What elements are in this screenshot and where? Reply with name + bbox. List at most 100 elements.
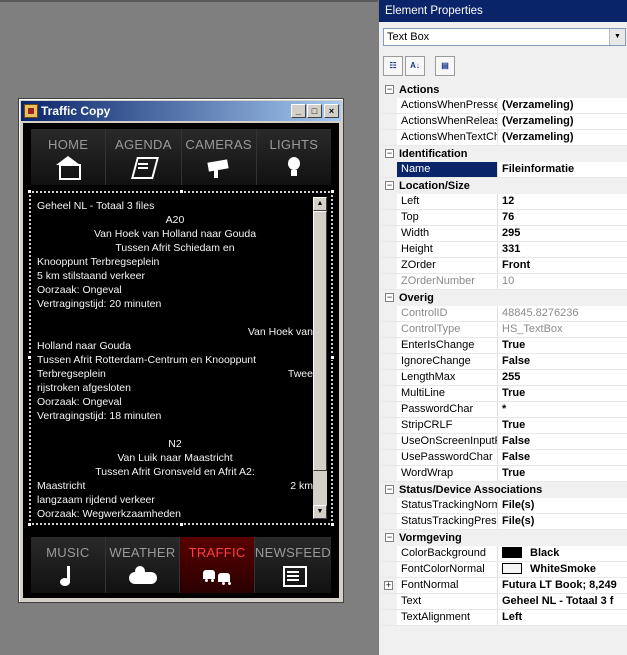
nav-item-lights[interactable]: LIGHTS	[257, 129, 331, 185]
categorized-view-icon[interactable]: ☷	[383, 56, 403, 76]
category-vormgeving[interactable]: − Vormgeving	[381, 530, 627, 546]
nav-item-agenda[interactable]: AGENDA	[106, 129, 182, 185]
resize-handle[interactable]	[27, 522, 32, 527]
property-value[interactable]: 255	[498, 370, 627, 385]
property-pages-icon[interactable]: ▤	[435, 56, 455, 76]
resize-handle[interactable]	[179, 189, 184, 194]
scroll-up-arrow-icon[interactable]: ▲	[313, 197, 327, 211]
property-value[interactable]: (Verzameling)	[498, 130, 627, 145]
property-value[interactable]: 76	[498, 210, 627, 225]
textbox-scrollbar[interactable]: ▲ ▼	[313, 197, 327, 519]
close-button[interactable]: ×	[324, 104, 339, 118]
collapse-icon[interactable]: −	[385, 533, 394, 542]
property-row-multiline[interactable]: MultiLine True	[381, 386, 627, 402]
alphabetical-sort-icon[interactable]: A↓	[405, 56, 425, 76]
collapse-icon[interactable]: −	[385, 149, 394, 158]
property-value[interactable]: 10	[498, 274, 627, 289]
property-name: Left	[397, 194, 498, 209]
category-location-size[interactable]: − Location/Size	[381, 178, 627, 194]
property-value[interactable]: True	[498, 338, 627, 353]
resize-handle[interactable]	[27, 189, 32, 194]
category-actions[interactable]: − Actions	[381, 82, 627, 98]
property-value[interactable]: (Verzameling)	[498, 98, 627, 113]
property-value[interactable]: 331	[498, 242, 627, 257]
property-row-colorbackground[interactable]: ColorBackground Black	[381, 546, 627, 562]
property-row-controlid[interactable]: ControlID 48845.8276236	[381, 306, 627, 322]
property-row-zorder[interactable]: ZOrder Front	[381, 258, 627, 274]
nav-item-music[interactable]: MUSIC	[31, 537, 106, 593]
maximize-button[interactable]: □	[307, 104, 322, 118]
property-row-statustrackingpress[interactable]: StatusTrackingPress File(s)	[381, 514, 627, 530]
property-row-stripcrlf[interactable]: StripCRLF True	[381, 418, 627, 434]
property-value[interactable]: False	[498, 434, 627, 449]
element-type-dropdown[interactable]: Text Box ▼	[383, 28, 626, 46]
property-row-lengthmax[interactable]: LengthMax 255	[381, 370, 627, 386]
property-value[interactable]: False	[498, 354, 627, 369]
property-value[interactable]: HS_TextBox	[498, 322, 627, 337]
scroll-down-arrow-icon[interactable]: ▼	[313, 505, 327, 519]
resize-handle[interactable]	[27, 355, 32, 360]
collapse-icon[interactable]: −	[385, 485, 394, 494]
minimize-button[interactable]: _	[291, 104, 306, 118]
property-value[interactable]: True	[498, 418, 627, 433]
property-value[interactable]: File(s)	[498, 514, 627, 529]
property-value[interactable]: Futura LT Book; 8,249	[498, 578, 627, 593]
property-value[interactable]: (Verzameling)	[498, 114, 627, 129]
chevron-down-icon[interactable]: ▼	[609, 29, 625, 45]
property-value[interactable]: True	[498, 386, 627, 401]
nav-item-weather[interactable]: WEATHER	[106, 537, 181, 593]
property-row-passwordchar[interactable]: PasswordChar *	[381, 402, 627, 418]
property-row-zordernumber[interactable]: ZOrderNumber 10	[381, 274, 627, 290]
property-row-name[interactable]: Name Fileinformatie	[381, 162, 627, 178]
resize-handle[interactable]	[330, 355, 335, 360]
property-value[interactable]: *	[498, 402, 627, 417]
property-value[interactable]: Left	[498, 610, 627, 625]
property-row-left[interactable]: Left 12	[381, 194, 627, 210]
property-row-fontnormal[interactable]: + FontNormal Futura LT Book; 8,249	[381, 578, 627, 594]
collapse-icon[interactable]: −	[385, 85, 394, 94]
resize-handle[interactable]	[330, 189, 335, 194]
property-row-actionswhenpresse[interactable]: ActionsWhenPresse (Verzameling)	[381, 98, 627, 114]
property-row-width[interactable]: Width 295	[381, 226, 627, 242]
property-value[interactable]: 295	[498, 226, 627, 241]
category-overig[interactable]: − Overig	[381, 290, 627, 306]
property-row-fontcolornormal[interactable]: FontColorNormal WhiteSmoke	[381, 562, 627, 578]
property-row-text[interactable]: Text Geheel NL - Totaal 3 f	[381, 594, 627, 610]
property-row-top[interactable]: Top 76	[381, 210, 627, 226]
nav-item-home[interactable]: HOME	[31, 129, 107, 185]
nav-item-traffic[interactable]: TRAFFIC	[180, 537, 255, 593]
property-row-useonscreeninputf[interactable]: UseOnScreenInputF False	[381, 434, 627, 450]
property-row-textalignment[interactable]: TextAlignment Left	[381, 610, 627, 626]
resize-handle[interactable]	[330, 522, 335, 527]
property-value[interactable]: True	[498, 466, 627, 481]
property-value[interactable]: Geheel NL - Totaal 3 f	[498, 594, 627, 609]
property-row-actionswhenreleas[interactable]: ActionsWhenReleas (Verzameling)	[381, 114, 627, 130]
property-value[interactable]: 48845.8276236	[498, 306, 627, 321]
property-value[interactable]: WhiteSmoke	[498, 562, 627, 577]
property-value[interactable]: Front	[498, 258, 627, 273]
property-row-actionswhentextch[interactable]: ActionsWhenTextCh (Verzameling)	[381, 130, 627, 146]
property-row-controltype[interactable]: ControlType HS_TextBox	[381, 322, 627, 338]
property-row-usepasswordchar[interactable]: UsePasswordChar False	[381, 450, 627, 466]
collapse-icon[interactable]: −	[385, 181, 394, 190]
property-row-enterischange[interactable]: EnterIsChange True	[381, 338, 627, 354]
resize-handle[interactable]	[179, 522, 184, 527]
category-status-device-associations[interactable]: − Status/Device Associations	[381, 482, 627, 498]
nav-item-newsfeed[interactable]: NEWSFEED	[255, 537, 331, 593]
property-value[interactable]: 12	[498, 194, 627, 209]
property-value[interactable]: Fileinformatie	[498, 162, 627, 177]
property-row-height[interactable]: Height 331	[381, 242, 627, 258]
collapse-icon[interactable]: −	[385, 293, 394, 302]
property-row-ignorechange[interactable]: IgnoreChange False	[381, 354, 627, 370]
window-title-bar[interactable]: Traffic Copy _ □ ×	[21, 101, 341, 121]
property-row-statustrackingnorm[interactable]: StatusTrackingNorm File(s)	[381, 498, 627, 514]
property-value[interactable]: File(s)	[498, 498, 627, 513]
property-value[interactable]: False	[498, 450, 627, 465]
property-value[interactable]: Black	[498, 546, 627, 561]
category-identification[interactable]: − Identification	[381, 146, 627, 162]
nav-item-cameras[interactable]: CAMERAS	[182, 129, 257, 185]
traffic-info-textbox[interactable]: Geheel NL - Totaal 3 files A20 Van Hoek va…	[33, 195, 329, 521]
expand-icon[interactable]: +	[384, 581, 393, 590]
property-row-wordwrap[interactable]: WordWrap True	[381, 466, 627, 482]
scroll-thumb[interactable]	[313, 211, 327, 471]
